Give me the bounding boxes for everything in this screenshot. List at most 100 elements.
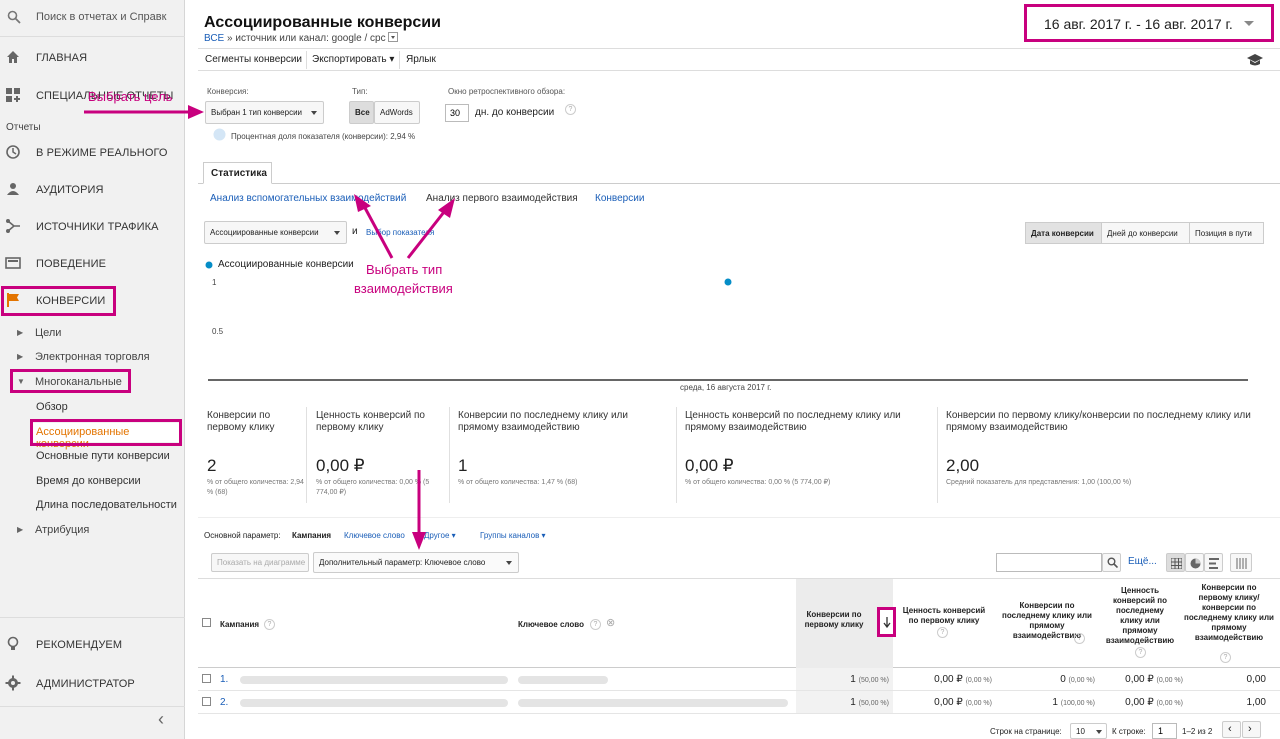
- table-search-button[interactable]: [1102, 553, 1121, 572]
- type-all-button[interactable]: Все: [349, 101, 374, 124]
- sidebar-item-home[interactable]: ГЛАВНАЯ: [0, 42, 185, 74]
- remove-dimension-icon[interactable]: ⊗: [606, 616, 615, 629]
- rows-per-page-label: Строк на странице:: [990, 727, 1062, 736]
- behavior-icon: [5, 257, 21, 269]
- dimension-keyword-link[interactable]: Ключевое слово: [344, 531, 405, 540]
- sidebar-item-path-length[interactable]: Длина последовательности: [36, 499, 177, 511]
- sidebar-item-top-paths[interactable]: Основные пути конверсии: [36, 450, 170, 462]
- type-adwords-button[interactable]: AdWords: [374, 101, 420, 124]
- sidebar-search[interactable]: Поиск в отчетах и Справк: [0, 0, 185, 36]
- dimension-groups-link[interactable]: Группы каналов ▾: [480, 531, 546, 540]
- days-to-conversion-label: Дней до конверсии: [1107, 229, 1178, 238]
- view-pie-button[interactable]: [1185, 553, 1204, 572]
- dimension-other-link[interactable]: Другое ▾: [424, 531, 456, 540]
- cell-percent: (100,00 %): [1060, 700, 1095, 707]
- col-campaign[interactable]: Кампания: [220, 620, 259, 630]
- sidebar-item-label: ПОВЕДЕНИЕ: [36, 258, 107, 270]
- select-all-checkbox[interactable]: [202, 618, 211, 627]
- metric-divider: [937, 407, 938, 503]
- reports-heading: Отчеты: [6, 122, 41, 133]
- export-button[interactable]: Экспортировать ▾: [312, 54, 394, 65]
- lookback-input[interactable]: [445, 104, 469, 122]
- sidebar-item-recommend[interactable]: РЕКОМЕНДУЕМ: [0, 629, 185, 661]
- pivot-icon: [1236, 558, 1247, 569]
- days-to-conversion-button[interactable]: Дней до конверсии: [1101, 222, 1190, 244]
- secondary-dimension-dropdown[interactable]: Дополнительный параметр: Ключевое слово: [313, 552, 519, 573]
- sidebar-item-ecommerce[interactable]: Электронная торговля: [35, 351, 150, 363]
- next-page-button[interactable]: ›: [1242, 721, 1261, 738]
- row-checkbox[interactable]: [202, 697, 211, 706]
- search-icon: [7, 10, 21, 24]
- sidebar-item-label: ИСТОЧНИКИ ТРАФИКА: [36, 221, 159, 233]
- date-range-picker[interactable]: 16 авг. 2017 г. - 16 авг. 2017 г.: [1024, 4, 1274, 42]
- breadcrumb-all-link[interactable]: ВСЕ: [204, 33, 224, 44]
- row-checkbox[interactable]: [202, 674, 211, 683]
- sort-arrow-down-icon[interactable]: [883, 617, 891, 628]
- sidebar-item-time-lag[interactable]: Время до конверсии: [36, 475, 141, 487]
- date-conversion-label: Дата конверсии: [1031, 229, 1094, 238]
- graduation-cap-icon[interactable]: [1247, 53, 1263, 67]
- annotation-choose-goal: Выбрать цель: [88, 89, 173, 104]
- view-table-button[interactable]: [1166, 553, 1185, 572]
- help-icon[interactable]: ?: [264, 619, 275, 630]
- segments-button[interactable]: Сегменты конверсии: [205, 54, 302, 65]
- date-conversion-button[interactable]: Дата конверсии: [1025, 222, 1102, 244]
- sidebar-item-label: В РЕЖИМЕ РЕАЛЬНОГО: [36, 147, 168, 159]
- sidebar-item-goals[interactable]: Цели: [35, 327, 61, 339]
- sidebar-item-label: АУДИТОРИЯ: [36, 184, 104, 196]
- goto-row-input[interactable]: [1152, 723, 1177, 739]
- legend-dot-icon: [205, 261, 213, 269]
- sidebar-item-audience[interactable]: АУДИТОРИЯ: [0, 174, 185, 206]
- subnav-conversions-link[interactable]: Конверсии: [595, 193, 644, 204]
- lightbulb-icon: [7, 636, 19, 650]
- help-icon[interactable]: ?: [1220, 652, 1231, 663]
- pie-share-icon: [213, 128, 226, 141]
- cell-first-click-value: 0,00 ₽ (0,00 %): [898, 697, 992, 708]
- help-icon[interactable]: ?: [565, 104, 576, 115]
- tab-statistics[interactable]: Статистика: [203, 162, 272, 184]
- redacted-keyword[interactable]: [518, 699, 788, 707]
- sidebar-item-admin[interactable]: АДМИНИСТРАТОР: [0, 668, 185, 700]
- collapse-sidebar-icon[interactable]: ‹: [158, 709, 164, 730]
- sidebar-item-behavior[interactable]: ПОВЕДЕНИЕ: [0, 248, 185, 280]
- col-keyword[interactable]: Ключевое слово: [518, 620, 584, 630]
- search-placeholder: Поиск в отчетах и Справк: [36, 11, 167, 23]
- table-row[interactable]: 2. 1 (50,00 %) 0,00 ₽ (0,00 %) 1 (100,00…: [198, 691, 1280, 714]
- cell-last-click-conv: 0 (0,00 %): [998, 674, 1095, 685]
- data-point[interactable]: [724, 278, 732, 286]
- metric-dropdown[interactable]: Ассоциированные конверсии: [204, 221, 347, 244]
- more-link[interactable]: Ещё...: [1128, 556, 1157, 567]
- help-icon[interactable]: ?: [1074, 633, 1085, 644]
- redacted-keyword[interactable]: [518, 676, 608, 684]
- view-comparison-button[interactable]: [1204, 553, 1223, 572]
- plot-rows-button[interactable]: Показать на диаграмме: [211, 553, 309, 572]
- dimension-campaign[interactable]: Кампания: [292, 531, 331, 540]
- divider: [0, 36, 185, 37]
- cell-value: 0,00 ₽: [1125, 674, 1154, 685]
- col-ratio[interactable]: Конверсии по первому клику/ конверсии по…: [1184, 583, 1274, 643]
- sidebar-item-realtime[interactable]: В РЕЖИМЕ РЕАЛЬНОГО: [0, 137, 185, 169]
- sidebar-item-overview[interactable]: Обзор: [36, 401, 68, 413]
- position-path-button[interactable]: Позиция в пути: [1189, 222, 1264, 244]
- table-search-input[interactable]: [996, 553, 1102, 572]
- col-first-click-value[interactable]: Ценность конверсий по первому клику: [898, 606, 990, 626]
- redacted-campaign[interactable]: [240, 676, 508, 684]
- redacted-campaign[interactable]: [240, 699, 508, 707]
- conversion-type-dropdown[interactable]: Выбран 1 тип конверсии: [205, 101, 324, 124]
- table-row[interactable]: 1. 1 (50,00 %) 0,00 ₽ (0,00 %) 0 (0,00 %…: [198, 668, 1280, 691]
- breadcrumb-dropdown-icon[interactable]: [388, 32, 399, 42]
- prev-page-button[interactable]: ‹: [1222, 721, 1241, 738]
- help-icon[interactable]: ?: [1135, 647, 1146, 658]
- sidebar-item-acquisition[interactable]: ИСТОЧНИКИ ТРАФИКА: [0, 211, 185, 243]
- shortcut-button[interactable]: Ярлык: [406, 54, 436, 65]
- divider: [198, 517, 1280, 518]
- annotation-arrow-icon: [84, 105, 204, 119]
- secondary-dimension-value: Дополнительный параметр: Ключевое слово: [319, 558, 486, 567]
- view-pivot-button[interactable]: [1230, 553, 1252, 572]
- col-first-click-conv[interactable]: Конверсии по первому клику: [796, 610, 872, 630]
- col-last-click-value[interactable]: Ценность конверсий по последнему клику и…: [1104, 586, 1176, 646]
- help-icon[interactable]: ?: [937, 627, 948, 638]
- sidebar-item-attribution[interactable]: Атрибуция: [35, 524, 89, 536]
- rows-per-page-dropdown[interactable]: 10: [1070, 723, 1107, 739]
- help-icon[interactable]: ?: [590, 619, 601, 630]
